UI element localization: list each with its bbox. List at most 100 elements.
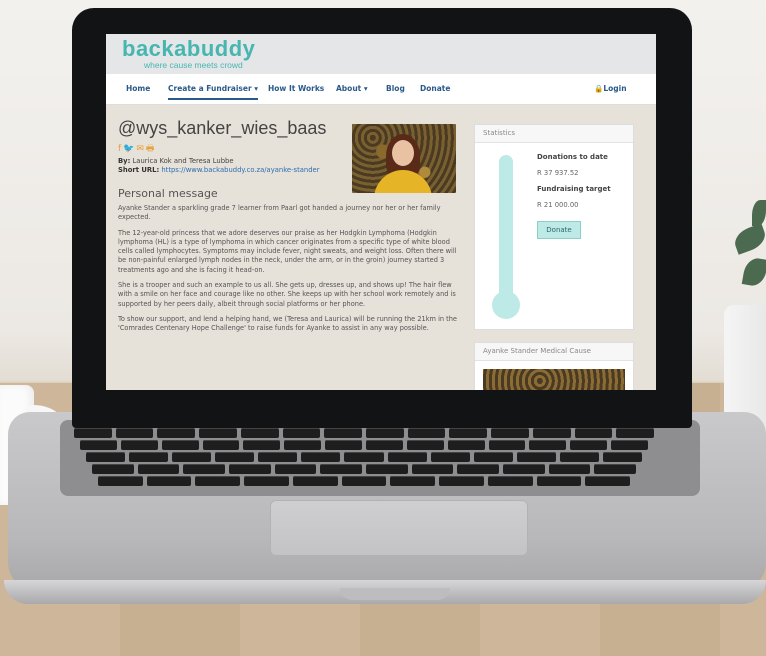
laptop-notch — [340, 588, 450, 600]
target-value: R 21 000.00 — [537, 201, 579, 209]
keyboard-key[interactable] — [292, 476, 338, 486]
keyboard-key[interactable] — [129, 452, 169, 462]
keyboard-key[interactable] — [157, 428, 196, 438]
keyboard-key[interactable] — [74, 428, 112, 438]
donations-label: Donations to date — [537, 153, 608, 161]
nav-donate[interactable]: Donate — [420, 84, 450, 93]
keyboard-key[interactable] — [487, 476, 533, 486]
keyboard-key[interactable] — [274, 464, 317, 474]
keyboard-key[interactable] — [488, 440, 526, 450]
keyboard-key[interactable] — [366, 440, 403, 450]
site-tagline: where cause meets crowd — [144, 60, 243, 70]
keyboard-key[interactable] — [594, 464, 636, 474]
keyboard-key[interactable] — [616, 428, 654, 438]
keyboard-key[interactable] — [407, 428, 446, 438]
keyboard-key[interactable] — [98, 476, 143, 486]
cause-heading: Ayanke Stander Medical Cause — [475, 343, 633, 361]
keyboard-key[interactable] — [80, 440, 117, 450]
keyboard-key[interactable] — [602, 452, 642, 462]
nav-home[interactable]: Home — [126, 84, 150, 93]
keyboard-key[interactable] — [529, 440, 567, 450]
keyboard-key[interactable] — [243, 440, 281, 450]
keyboard-key[interactable] — [320, 464, 362, 474]
keyboard-key[interactable] — [491, 428, 529, 438]
target-label: Fundraising target — [537, 185, 611, 193]
keyboard-key[interactable] — [447, 440, 485, 450]
keyboard-key[interactable] — [199, 428, 237, 438]
keyboard-key[interactable] — [457, 464, 499, 474]
main-nav: Home Create a Fundraiser ▾ How It Works … — [106, 74, 656, 105]
keyboard-key[interactable] — [344, 452, 384, 462]
keyboard-key[interactable] — [516, 452, 556, 462]
cause-image[interactable] — [483, 369, 625, 390]
nav-blog[interactable]: Blog — [386, 84, 405, 93]
keyboard-key[interactable] — [229, 464, 271, 474]
keyboard-key[interactable] — [172, 452, 212, 462]
nav-create-fundraiser[interactable]: Create a Fundraiser ▾ — [168, 84, 259, 100]
keyboard-key[interactable] — [284, 440, 322, 450]
thermometer-tube — [499, 155, 513, 305]
keyboard-key[interactable] — [137, 464, 180, 474]
keyboard-key[interactable] — [92, 464, 134, 474]
short-url-link[interactable]: https://www.backabuddy.co.za/ayanke-stan… — [161, 166, 319, 174]
keyboard-key[interactable] — [282, 428, 321, 438]
keyboard-key[interactable] — [115, 428, 154, 438]
nav-about[interactable]: About ▾ — [336, 84, 368, 93]
keyboard-key[interactable] — [390, 476, 436, 486]
nav-how-it-works[interactable]: How It Works — [268, 84, 324, 93]
keyboard-key[interactable] — [183, 464, 225, 474]
photo-body — [374, 170, 432, 193]
site-header: backabuddy where cause meets crowd — [106, 34, 656, 74]
page-main: @wys_kanker_wies_baas f🐦✉🖶 By: Laurica K… — [106, 104, 656, 390]
message-paragraph: Ayanke Stander a sparkling grade 7 learn… — [118, 204, 441, 222]
keyboard-key[interactable] — [430, 452, 470, 462]
keyboard-key[interactable] — [325, 440, 362, 450]
by-label: By: — [118, 157, 131, 165]
keyboard-key[interactable] — [536, 476, 582, 486]
keyboard-key[interactable] — [195, 476, 241, 486]
keyboard-key[interactable] — [559, 452, 599, 462]
statistics-heading: Statistics — [475, 125, 633, 143]
keyboard-key[interactable] — [202, 440, 240, 450]
message-paragraph: The 12-year-old princess that we adore d… — [118, 228, 457, 274]
photo-face — [392, 140, 414, 166]
keyboard-key[interactable] — [366, 464, 408, 474]
keyboard-key[interactable] — [473, 452, 513, 462]
donate-button[interactable]: Donate — [537, 221, 581, 239]
keyboard-key[interactable] — [341, 476, 387, 486]
keyboard-key[interactable] — [387, 452, 427, 462]
keyboard-key[interactable] — [570, 440, 608, 450]
laptop-screen: backabuddy where cause meets crowd Home … — [106, 34, 656, 390]
keyboard-key[interactable] — [585, 476, 630, 486]
keyboard-key[interactable] — [449, 428, 488, 438]
keyboard-key[interactable] — [503, 464, 545, 474]
keyboard-key[interactable] — [548, 464, 591, 474]
keyboard-key[interactable] — [146, 476, 192, 486]
keyboard-key[interactable] — [532, 428, 571, 438]
keyboard-key[interactable] — [120, 440, 158, 450]
plant-leaf — [731, 223, 766, 255]
keyboard-key[interactable] — [366, 428, 404, 438]
keyboard-key[interactable] — [301, 452, 341, 462]
cause-panel: Ayanke Stander Medical Cause — [474, 342, 634, 390]
by-value: Laurica Kok and Teresa Lubbe — [132, 157, 234, 165]
keyboard-key[interactable] — [611, 440, 648, 450]
keyboard-key[interactable] — [324, 428, 362, 438]
keyboard-key[interactable] — [406, 440, 444, 450]
trackpad[interactable] — [270, 500, 528, 556]
url-label: Short URL: — [118, 166, 160, 174]
keyboard-key[interactable] — [161, 440, 199, 450]
keyboard-key[interactable] — [574, 428, 613, 438]
keyboard-key[interactable] — [240, 428, 279, 438]
campaign-photo — [352, 124, 456, 193]
keyboard-key[interactable] — [439, 476, 484, 486]
keyboard-key[interactable] — [258, 452, 298, 462]
keyboard — [60, 420, 700, 496]
keyboard-key[interactable] — [215, 452, 255, 462]
keyboard-key[interactable] — [86, 452, 126, 462]
keyboard-key[interactable] — [244, 476, 289, 486]
keyboard-key[interactable] — [411, 464, 454, 474]
site-logo[interactable]: backabuddy — [122, 36, 255, 62]
nav-login[interactable]: 🔒Login — [594, 84, 627, 93]
thermometer-bulb — [492, 291, 520, 319]
